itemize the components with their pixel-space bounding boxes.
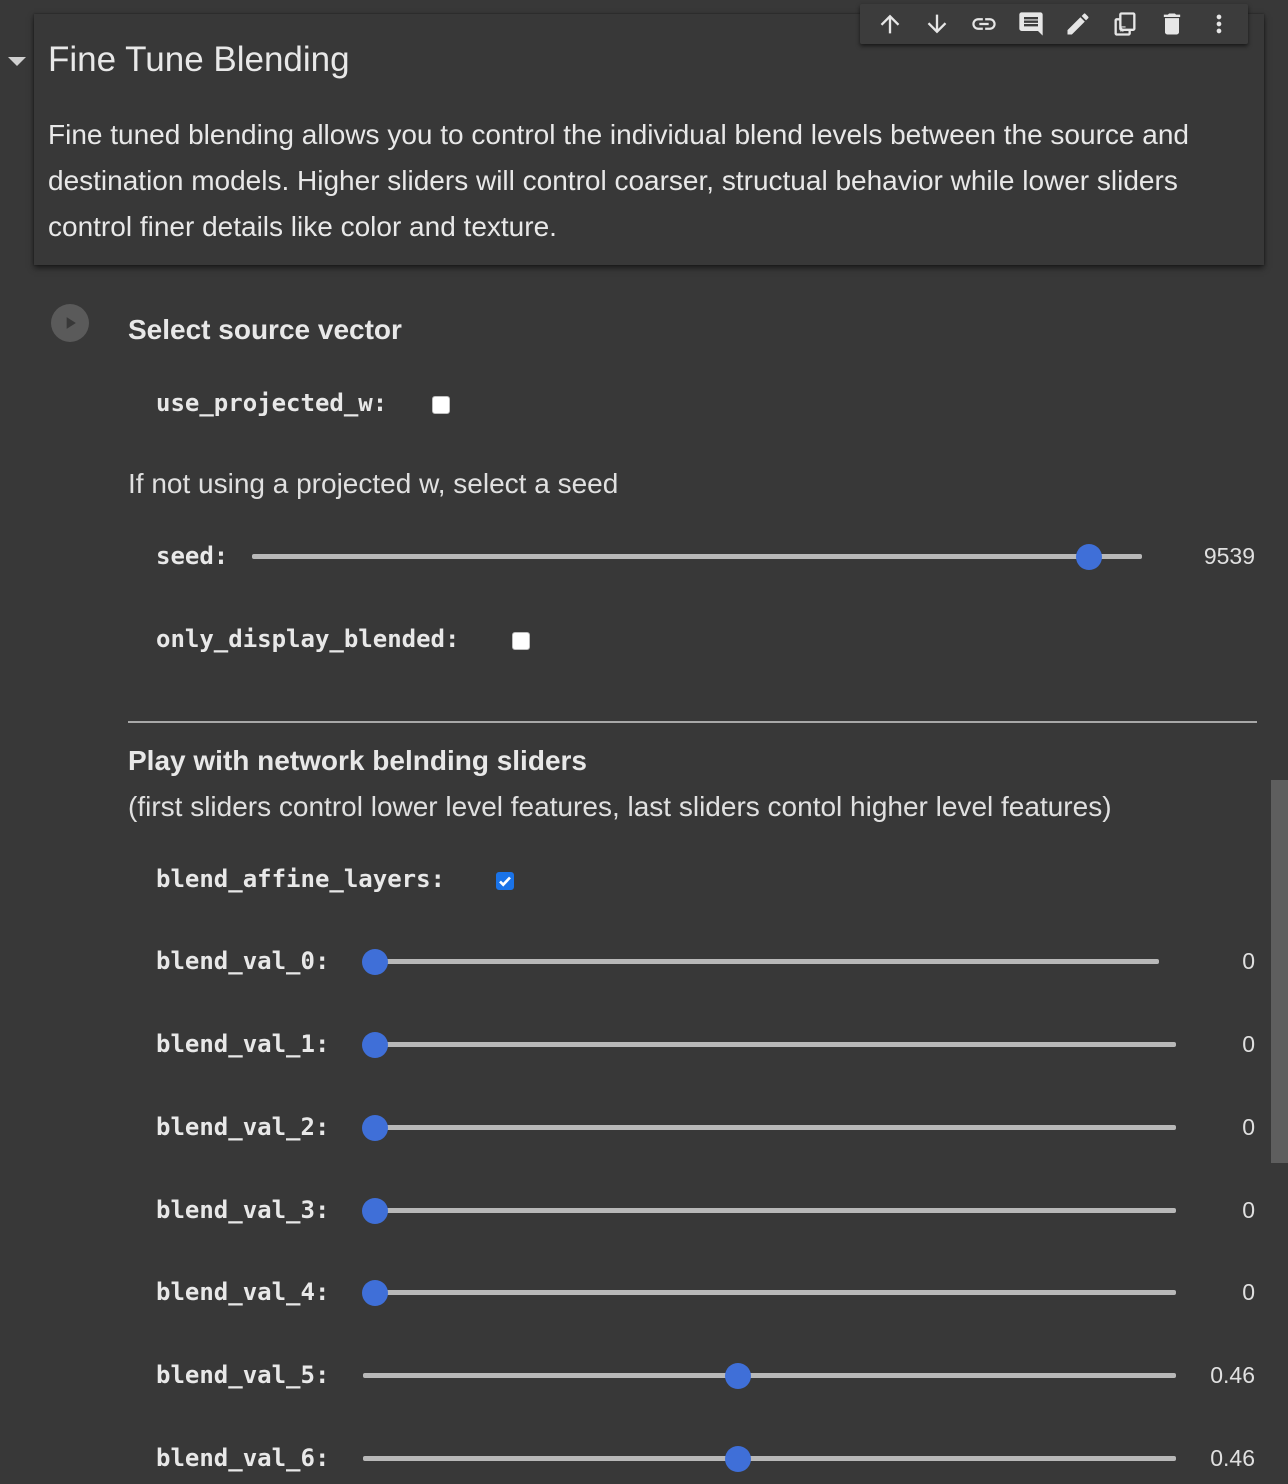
blend-val-0-slider-track[interactable]	[363, 959, 1159, 964]
blend-val-4-slider-track[interactable]	[363, 1290, 1176, 1295]
blend-val-4-value: 0	[1242, 1279, 1255, 1305]
blend-val-0-slider-thumb[interactable]	[362, 949, 388, 975]
blend-affine-layers-checkbox[interactable]	[496, 872, 514, 890]
cell-toolbar	[860, 4, 1248, 44]
blend-val-5-slider-thumb[interactable]	[724, 1363, 751, 1389]
blend-val-1-slider-thumb[interactable]	[362, 1032, 388, 1058]
blend-val-6-value: 0.46	[1210, 1445, 1255, 1471]
section-divider	[128, 721, 1257, 723]
blend-val-2-slider-track[interactable]	[363, 1125, 1176, 1130]
play-icon	[66, 317, 76, 329]
arrow-down-icon	[927, 14, 946, 34]
blend-val-6-label: blend_val_6:	[156, 1444, 330, 1472]
blend-val-4-label: blend_val_4:	[156, 1278, 330, 1306]
seed-label: seed:	[156, 542, 229, 570]
only-display-blended-label: only_display_blended:	[156, 625, 460, 653]
delete-icon	[1163, 13, 1180, 35]
blend-val-0-value: 0	[1242, 948, 1255, 974]
copy-link-button[interactable]	[967, 7, 1001, 41]
edit-cell-button[interactable]	[1061, 7, 1095, 41]
comment-icon	[1018, 12, 1043, 36]
blend-val-3-slider-thumb[interactable]	[362, 1198, 388, 1224]
more-actions-button[interactable]	[1202, 7, 1236, 41]
seed-slider-track[interactable]	[252, 554, 1142, 559]
blend-val-1-value: 0	[1242, 1031, 1255, 1057]
use-projected-w-label: use_projected_w:	[156, 389, 388, 417]
use-projected-w-checkbox[interactable]	[432, 396, 450, 414]
blend-val-3-slider-track[interactable]	[363, 1208, 1176, 1213]
move-cell-up-button[interactable]	[873, 7, 907, 41]
run-cell-button[interactable]	[51, 304, 89, 342]
blend-val-1-label: blend_val_1:	[156, 1030, 330, 1058]
collapse-section-arrow-icon[interactable]	[8, 57, 26, 66]
edit-icon	[1067, 13, 1089, 35]
cell-title: Fine Tune Blending	[48, 40, 350, 79]
blend-val-2-value: 0	[1242, 1114, 1255, 1140]
blend-val-3-label: blend_val_3:	[156, 1196, 330, 1224]
section-subtitle-blending-sliders: (first sliders control lower level featu…	[128, 791, 1112, 822]
blend-val-5-value: 0.46	[1210, 1362, 1255, 1388]
scrollbar[interactable]	[1271, 780, 1288, 1163]
only-display-blended-checkbox[interactable]	[512, 632, 530, 650]
link-icon	[971, 18, 996, 30]
seed-slider-thumb[interactable]	[1075, 544, 1102, 570]
mirror-cell-button[interactable]	[1108, 7, 1142, 41]
section-title-blending-sliders: Play with network belnding sliders	[128, 745, 587, 776]
move-cell-down-button[interactable]	[920, 7, 954, 41]
section-title-source-vector: Select source vector	[128, 314, 402, 345]
seed-hint-text: If not using a projected w, select a see…	[128, 468, 619, 499]
blend-val-1-slider-track[interactable]	[363, 1042, 1176, 1047]
checkmark-icon	[499, 876, 511, 887]
blend-val-4-slider-thumb[interactable]	[362, 1280, 388, 1306]
blend-val-2-slider-thumb[interactable]	[362, 1115, 388, 1141]
arrow-up-icon	[880, 14, 899, 34]
cell-description: Fine tuned blending allows you to contro…	[48, 119, 1189, 242]
seed-value: 9539	[1203, 543, 1255, 569]
delete-cell-button[interactable]	[1155, 7, 1189, 41]
blend-val-3-value: 0	[1242, 1197, 1255, 1223]
more-vert-icon	[1216, 14, 1221, 34]
text-cell[interactable]: Fine Tune Blending Fine tuned blending a…	[34, 14, 1264, 265]
mirror-cell-icon	[1114, 12, 1135, 36]
blend-val-5-slider-track[interactable]	[363, 1373, 1176, 1378]
blend-val-6-slider-thumb[interactable]	[724, 1446, 751, 1472]
blend-val-5-label: blend_val_5:	[156, 1361, 330, 1389]
blend-affine-layers-label: blend_affine_layers:	[156, 865, 445, 893]
blend-val-6-slider-track[interactable]	[363, 1456, 1176, 1461]
add-comment-button[interactable]	[1014, 7, 1048, 41]
blend-val-2-label: blend_val_2:	[156, 1113, 330, 1141]
blend-val-0-label: blend_val_0:	[156, 947, 330, 975]
